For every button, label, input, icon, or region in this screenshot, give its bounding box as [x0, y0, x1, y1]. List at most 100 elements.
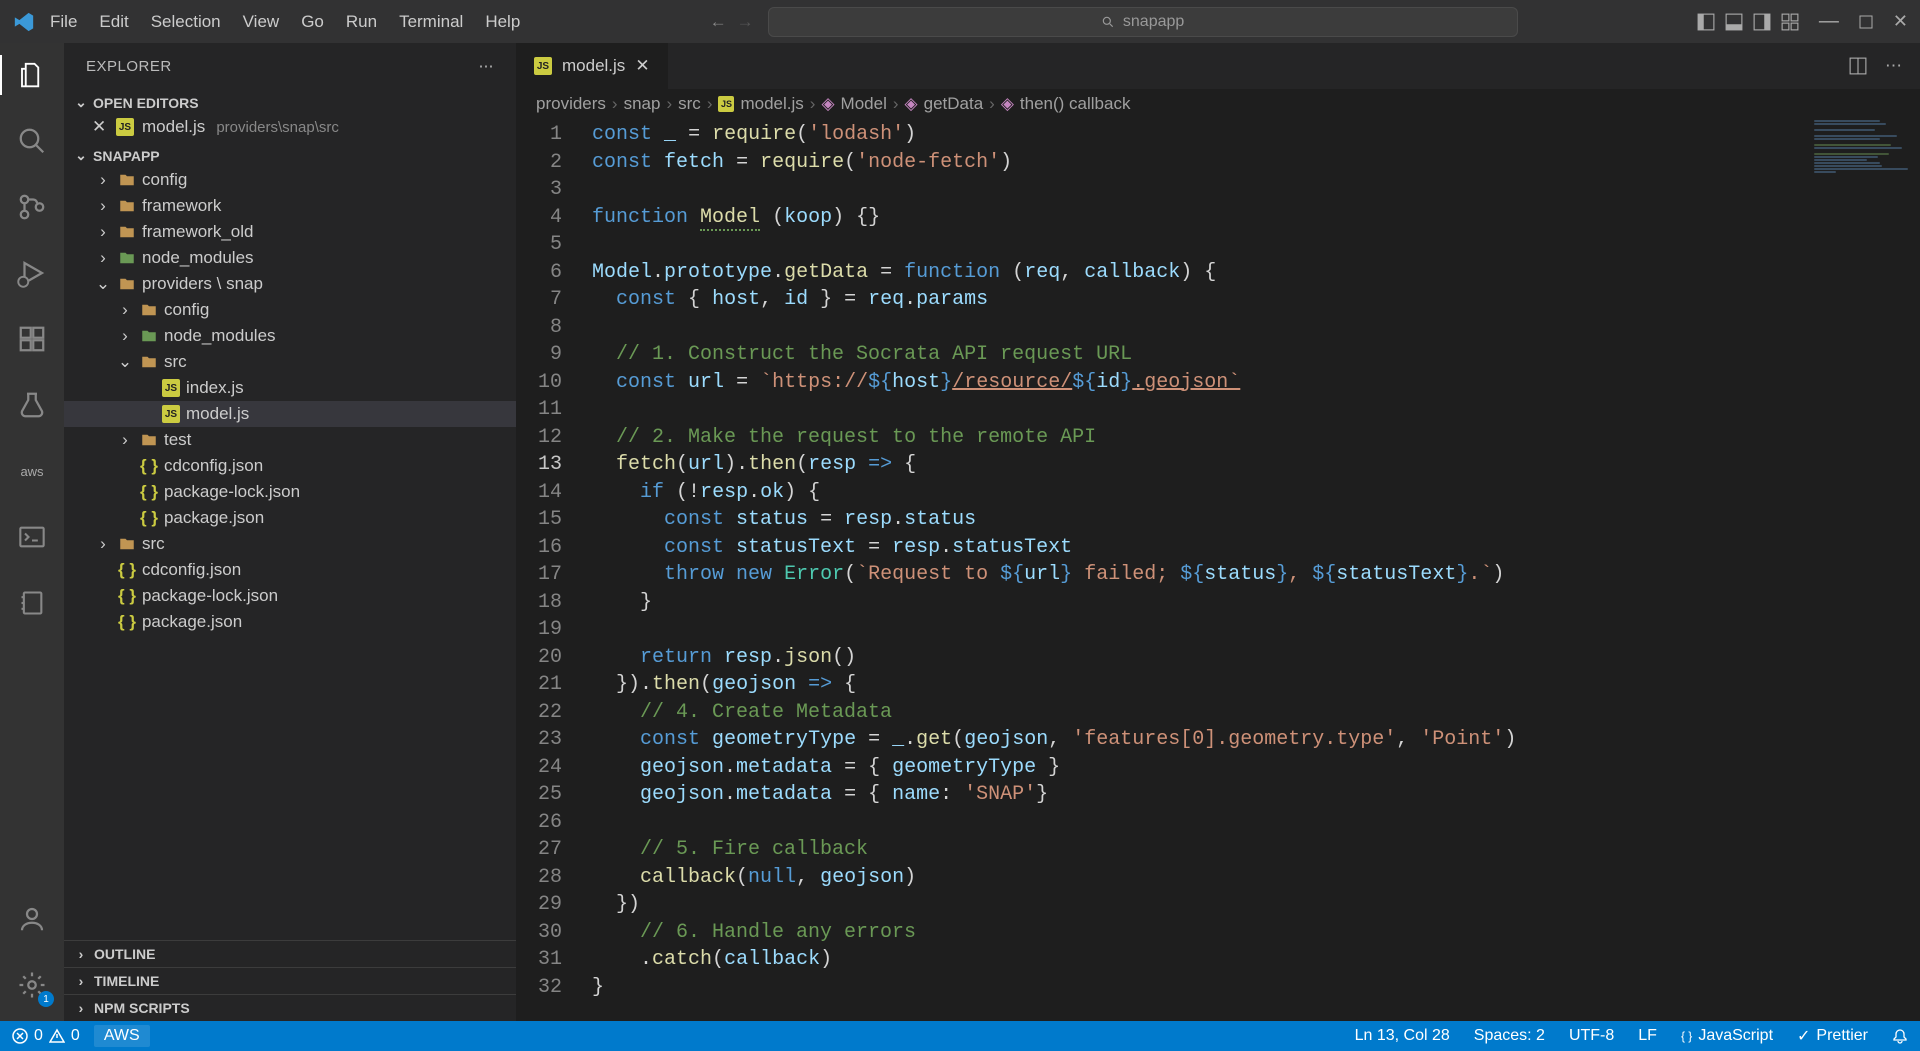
menu-go[interactable]: Go	[291, 8, 334, 36]
tree-row[interactable]: JSindex.js	[64, 375, 516, 401]
activity-testing-icon[interactable]	[12, 385, 52, 425]
chevron-down-icon: ⌄	[72, 94, 90, 111]
activity-source-control-icon[interactable]	[12, 187, 52, 227]
menu-file[interactable]: File	[40, 8, 87, 36]
tree-row[interactable]: { }package.json	[64, 609, 516, 635]
folder-icon	[140, 431, 158, 449]
npm-scripts-panel[interactable]: ›NPM SCRIPTS	[64, 994, 516, 1021]
tree-row[interactable]: { }package-lock.json	[64, 479, 516, 505]
warning-icon	[49, 1028, 65, 1044]
chevron-icon: ⌄	[116, 352, 134, 372]
activity-accounts-icon[interactable]	[12, 899, 52, 939]
nav-back-icon[interactable]: ←	[710, 12, 727, 32]
folder-icon	[140, 327, 158, 345]
status-eol[interactable]: LF	[1638, 1027, 1657, 1045]
close-tab-icon[interactable]: ✕	[635, 56, 649, 76]
layout-panel-icon[interactable]	[1725, 13, 1743, 31]
menu-bar: File Edit Selection View Go Run Terminal…	[40, 8, 530, 36]
tree-row[interactable]: ›config	[64, 297, 516, 323]
tree-row[interactable]: { }cdconfig.json	[64, 453, 516, 479]
activity-notebook-icon[interactable]	[12, 583, 52, 623]
split-editor-icon[interactable]	[1849, 57, 1867, 75]
tree-row[interactable]: ⌄providers \ snap	[64, 271, 516, 297]
folder-icon	[140, 353, 158, 371]
activity-search-icon[interactable]	[12, 121, 52, 161]
command-center[interactable]: snapapp	[768, 7, 1518, 37]
chevron-icon: ›	[116, 326, 134, 346]
minimap[interactable]	[1810, 119, 1920, 319]
menu-terminal[interactable]: Terminal	[389, 8, 473, 36]
tree-row[interactable]: ⌄src	[64, 349, 516, 375]
tree-row[interactable]: { }cdconfig.json	[64, 557, 516, 583]
status-spaces[interactable]: Spaces: 2	[1474, 1027, 1545, 1045]
code-area[interactable]: 1234567891011121314151617181920212223242…	[516, 119, 1920, 1021]
error-icon	[12, 1028, 28, 1044]
chevron-icon: ⌄	[94, 274, 112, 294]
chevron-right-icon: ›	[72, 1000, 90, 1016]
activity-aws-icon[interactable]: aws	[12, 451, 52, 491]
nav-forward-icon[interactable]: →	[737, 12, 754, 32]
activity-run-debug-icon[interactable]	[12, 253, 52, 293]
chevron-icon: ›	[94, 170, 112, 190]
chevron-icon: ›	[116, 300, 134, 320]
activity-explorer-icon[interactable]	[12, 55, 52, 95]
folder-icon	[118, 223, 136, 241]
layout-customize-icon[interactable]	[1781, 13, 1799, 31]
close-icon[interactable]: ✕	[92, 117, 108, 137]
tree-row[interactable]: { }package-lock.json	[64, 583, 516, 609]
json-file-icon: { }	[140, 508, 158, 528]
menu-selection[interactable]: Selection	[141, 8, 231, 36]
menu-run[interactable]: Run	[336, 8, 387, 36]
search-text: snapapp	[1123, 13, 1184, 31]
workspace-header[interactable]: ⌄ SNAPAPP	[64, 144, 516, 167]
tree-row[interactable]: ›node_modules	[64, 323, 516, 349]
tree-row[interactable]: JSmodel.js	[64, 401, 516, 427]
folder-icon	[118, 275, 136, 293]
js-file-icon: JS	[162, 379, 180, 397]
window-minimize-icon[interactable]: —	[1819, 10, 1839, 33]
status-language[interactable]: { }JavaScript	[1681, 1027, 1773, 1045]
tree-row[interactable]: ›src	[64, 531, 516, 557]
tab-bar: JS model.js ✕ ⋯	[516, 43, 1920, 89]
activity-settings-icon[interactable]: 1	[12, 965, 52, 1005]
layout-sidebar-right-icon[interactable]	[1753, 13, 1771, 31]
tree-row[interactable]: ›node_modules	[64, 245, 516, 271]
vscode-logo-icon	[12, 10, 36, 34]
activity-terminal-icon[interactable]	[12, 517, 52, 557]
tree-row[interactable]: { }package.json	[64, 505, 516, 531]
symbol-class-icon: ◈	[821, 94, 834, 114]
tree-row[interactable]: ›config	[64, 167, 516, 193]
status-notifications-icon[interactable]	[1892, 1028, 1908, 1044]
outline-panel[interactable]: ›OUTLINE	[64, 940, 516, 967]
chevron-icon: ›	[94, 248, 112, 268]
tree-row[interactable]: ›test	[64, 427, 516, 453]
status-cursor[interactable]: Ln 13, Col 28	[1355, 1027, 1450, 1045]
chevron-icon: ›	[94, 196, 112, 216]
code-content[interactable]: const _ = require('lodash')const fetch =…	[592, 119, 1920, 1021]
status-aws[interactable]: AWS	[94, 1025, 150, 1047]
sidebar-more-icon[interactable]: ⋯	[479, 57, 495, 75]
status-prettier[interactable]: ✓Prettier	[1797, 1026, 1868, 1046]
sidebar-title: EXPLORER	[86, 58, 172, 75]
menu-edit[interactable]: Edit	[89, 8, 138, 36]
open-editors-header[interactable]: ⌄ OPEN EDITORS	[64, 91, 516, 114]
titlebar: File Edit Selection View Go Run Terminal…	[0, 0, 1920, 43]
window-close-icon[interactable]: ✕	[1893, 11, 1908, 32]
open-editor-item[interactable]: ✕ JS model.js providers\snap\src	[64, 114, 516, 140]
window-maximize-icon[interactable]	[1859, 15, 1873, 29]
menu-help[interactable]: Help	[475, 8, 530, 36]
status-encoding[interactable]: UTF-8	[1569, 1027, 1614, 1045]
layout-sidebar-left-icon[interactable]	[1697, 13, 1715, 31]
status-problems[interactable]: 0 0	[12, 1027, 80, 1045]
editor-more-icon[interactable]: ⋯	[1885, 56, 1902, 76]
activity-bar: aws 1	[0, 43, 64, 1021]
tree-row[interactable]: ›framework_old	[64, 219, 516, 245]
tree-row[interactable]: ›framework	[64, 193, 516, 219]
activity-extensions-icon[interactable]	[12, 319, 52, 359]
editor: JS model.js ✕ ⋯ providers› snap› src› JS…	[516, 43, 1920, 1021]
editor-tab[interactable]: JS model.js ✕	[516, 43, 669, 89]
timeline-panel[interactable]: ›TIMELINE	[64, 967, 516, 994]
breadcrumb[interactable]: providers› snap› src› JS model.js› ◈ Mod…	[516, 89, 1920, 119]
chevron-icon: ›	[94, 222, 112, 242]
menu-view[interactable]: View	[233, 8, 290, 36]
